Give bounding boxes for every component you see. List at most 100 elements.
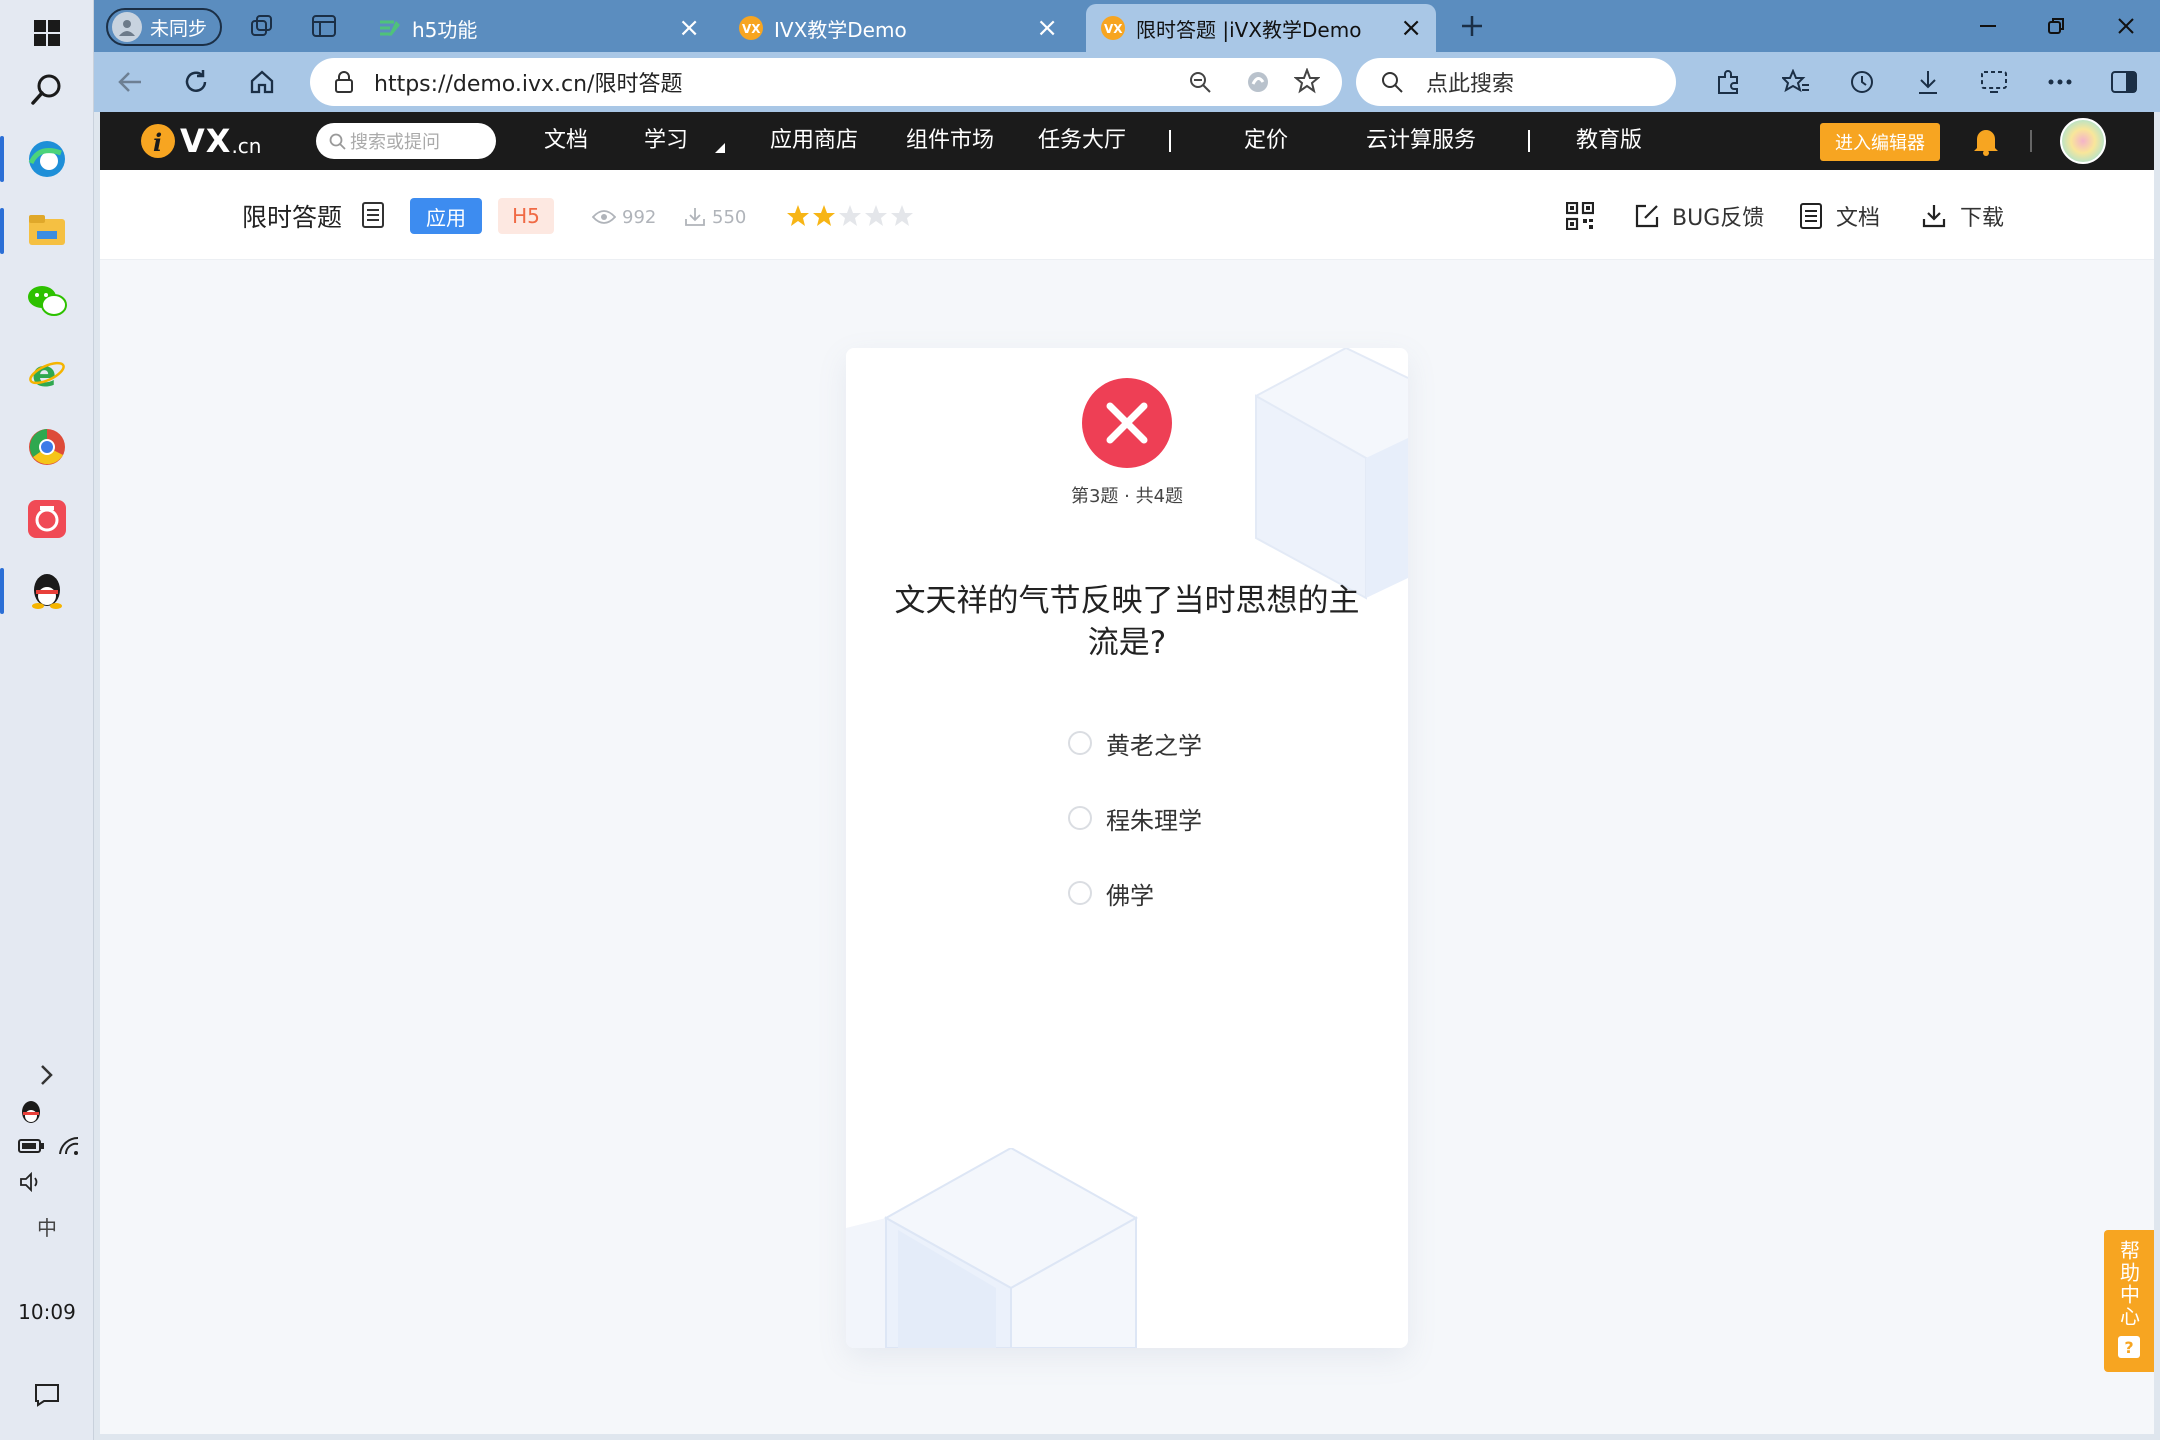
more-options-icon[interactable] bbox=[2044, 66, 2076, 98]
sidebar-toggle-icon[interactable] bbox=[2108, 66, 2140, 98]
clock-time[interactable]: 10:09 bbox=[0, 1300, 94, 1324]
nav-learn[interactable]: 学习 bbox=[644, 112, 726, 170]
file-explorer-icon[interactable] bbox=[0, 198, 94, 264]
option-3[interactable]: 佛学 bbox=[1068, 873, 1154, 913]
url-text: https://demo.ivx.cn/限时答题 bbox=[374, 72, 683, 97]
home-icon[interactable] bbox=[246, 66, 278, 98]
web-search-box[interactable]: 点此搜索 bbox=[1356, 58, 1676, 106]
download-button[interactable]: 下载 bbox=[1922, 196, 2004, 236]
profile-avatar-icon bbox=[112, 12, 142, 42]
edge-browser-icon[interactable] bbox=[0, 126, 94, 192]
history-icon[interactable] bbox=[1846, 66, 1878, 98]
zoom-icon[interactable] bbox=[1188, 70, 1212, 94]
downloads-icon[interactable] bbox=[1912, 66, 1944, 98]
svg-text:VX: VX bbox=[742, 22, 761, 36]
ivx-logo-icon: i bbox=[141, 124, 175, 158]
nav-search-placeholder: 搜索或提问 bbox=[350, 132, 440, 153]
back-icon[interactable] bbox=[114, 66, 146, 98]
radio-button[interactable] bbox=[1068, 806, 1092, 830]
new-tab-icon[interactable] bbox=[1456, 10, 1488, 42]
question-text: 文天祥的气节反映了当时思想的主流是? bbox=[894, 583, 1360, 661]
restore-icon[interactable] bbox=[2040, 10, 2072, 42]
app-info-icon[interactable] bbox=[362, 202, 384, 228]
app-red-icon[interactable] bbox=[0, 486, 94, 552]
logo-suffix: .cn bbox=[231, 134, 262, 158]
tab-close-icon[interactable]: × bbox=[1400, 13, 1422, 43]
tab-title: h5功能 bbox=[412, 17, 478, 42]
search-icon bbox=[328, 132, 346, 150]
notification-icon[interactable] bbox=[0, 1362, 94, 1428]
svg-text:i: i bbox=[153, 128, 162, 157]
tab-close-icon[interactable]: × bbox=[678, 13, 700, 43]
nav-task-hall[interactable]: 任务大厅 bbox=[1038, 112, 1126, 170]
nav-search-input[interactable]: 搜索或提问 bbox=[316, 123, 496, 159]
search-icon[interactable] bbox=[0, 56, 94, 122]
tab-close-icon[interactable]: × bbox=[1036, 13, 1058, 43]
help-center-label: 帮助中心 bbox=[2116, 1240, 2141, 1328]
page-body: 第3题 · 共4题 文天祥的气节反映了当时思想的主流是? 黄老之学 程朱理学 佛… bbox=[100, 260, 2154, 1434]
close-window-icon[interactable] bbox=[2110, 10, 2142, 42]
nav-education[interactable]: 教育版 bbox=[1576, 112, 1642, 170]
tab-quiz-active[interactable]: VX 限时答题 |iVX教学Demo × bbox=[1086, 4, 1436, 52]
radio-button[interactable] bbox=[1068, 881, 1092, 905]
rating-stars bbox=[786, 204, 914, 228]
tab-h5-features[interactable]: h5功能 × bbox=[364, 4, 714, 52]
ivx-logo[interactable]: i VX .cn bbox=[140, 122, 261, 160]
dropdown-caret-icon bbox=[715, 143, 726, 153]
help-question-icon: ? bbox=[2118, 1336, 2140, 1358]
svg-text:VX: VX bbox=[1104, 22, 1123, 36]
app-header: 限时答题 应用 H5 992 550 BUG反馈 文档 下载 bbox=[100, 170, 2154, 260]
qr-code-button[interactable] bbox=[1566, 196, 1594, 236]
bug-feedback-label: BUG反馈 bbox=[1672, 206, 1765, 231]
help-center-button[interactable]: 帮助中心 ? bbox=[2104, 1230, 2154, 1372]
option-label: 程朱理学 bbox=[1106, 806, 1202, 835]
views-stat: 992 bbox=[592, 200, 656, 234]
option-label: 黄老之学 bbox=[1106, 731, 1202, 760]
nav-pricing[interactable]: 定价 bbox=[1244, 112, 1288, 170]
favorites-icon[interactable] bbox=[1780, 66, 1812, 98]
decor-cube-bottom bbox=[846, 1148, 1139, 1348]
tab-ivx-demo[interactable]: VX IVX教学Demo × bbox=[724, 4, 1072, 52]
nav-app-store[interactable]: 应用商店 bbox=[770, 112, 858, 170]
bug-feedback-button[interactable]: BUG反馈 bbox=[1634, 196, 1764, 236]
tag-h5: H5 bbox=[498, 198, 554, 234]
refresh-icon[interactable] bbox=[180, 66, 212, 98]
docs-button[interactable]: 文档 bbox=[1800, 196, 1880, 236]
ime-indicator[interactable]: 中 bbox=[0, 1196, 94, 1256]
address-bar[interactable]: https://demo.ivx.cn/限时答题 bbox=[310, 58, 1342, 106]
lock-icon[interactable] bbox=[334, 70, 354, 94]
extensions-icon[interactable] bbox=[1712, 66, 1744, 98]
vertical-tabs-icon[interactable] bbox=[308, 10, 340, 42]
star-empty-icon bbox=[891, 205, 913, 226]
ime-label: 中 bbox=[37, 1215, 57, 1240]
profile-button[interactable]: 未同步 bbox=[106, 8, 222, 46]
nav-docs[interactable]: 文档 bbox=[544, 112, 588, 170]
ie-browser-icon[interactable]: e bbox=[0, 340, 94, 406]
ivx-favicon-icon: VX bbox=[1101, 16, 1125, 40]
nav-cloud[interactable]: 云计算服务 bbox=[1366, 112, 1476, 170]
download-label: 下载 bbox=[1960, 206, 2005, 231]
favorite-star-icon[interactable] bbox=[1294, 68, 1320, 94]
option-1[interactable]: 黄老之学 bbox=[1068, 723, 1202, 763]
nav-component-market[interactable]: 组件市场 bbox=[906, 112, 994, 170]
wechat-icon[interactable] bbox=[0, 268, 94, 334]
download-count-icon bbox=[685, 208, 705, 226]
radio-button[interactable] bbox=[1068, 731, 1092, 755]
minimize-icon[interactable] bbox=[1972, 10, 2004, 42]
views-count: 992 bbox=[622, 206, 657, 228]
logo-text: VX bbox=[180, 122, 232, 160]
screenshot-icon[interactable] bbox=[1978, 66, 2010, 98]
tag-app: 应用 bbox=[410, 198, 482, 234]
doc-icon bbox=[1800, 203, 1822, 229]
option-2[interactable]: 程朱理学 bbox=[1068, 798, 1202, 838]
read-aloud-icon[interactable] bbox=[1246, 70, 1270, 94]
tab-title: IVX教学Demo bbox=[774, 17, 907, 42]
nav-learn-label: 学习 bbox=[644, 128, 689, 153]
chrome-icon[interactable] bbox=[0, 414, 94, 480]
qq-icon[interactable] bbox=[0, 558, 94, 624]
download-icon bbox=[1922, 205, 1946, 228]
bell-icon[interactable] bbox=[1972, 126, 2000, 156]
enter-editor-button[interactable]: 进入编辑器 bbox=[1820, 123, 1940, 161]
user-avatar[interactable] bbox=[2060, 118, 2106, 164]
collections-icon[interactable] bbox=[246, 10, 278, 42]
